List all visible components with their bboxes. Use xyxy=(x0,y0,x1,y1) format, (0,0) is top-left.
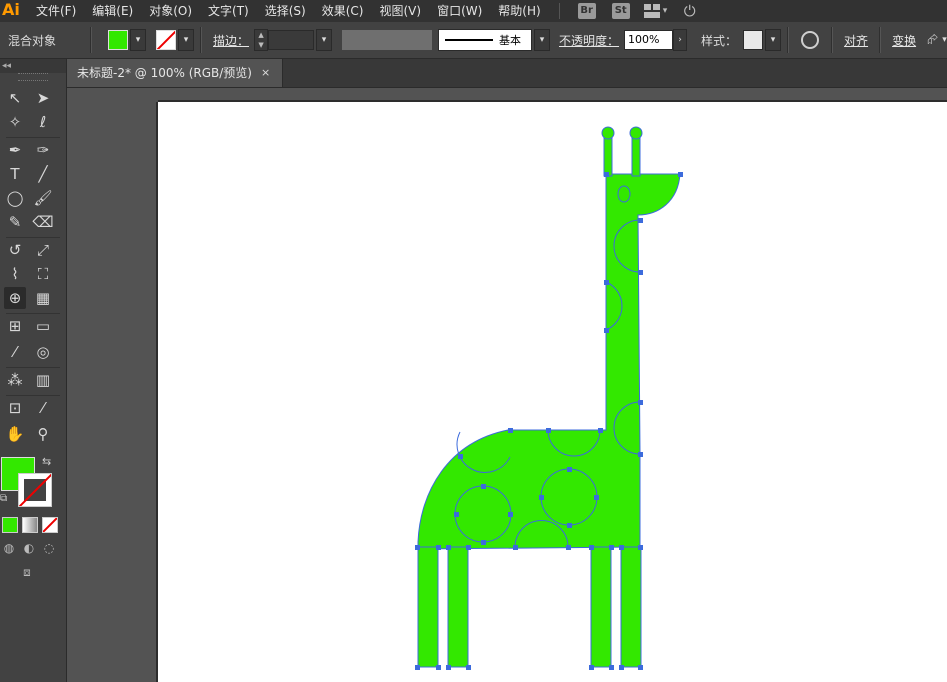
screen-mode-icon[interactable]: ⧈ xyxy=(18,565,36,581)
curvature-tool-icon[interactable]: ✑ xyxy=(32,139,54,161)
draw-inside-icon[interactable]: ◌ xyxy=(40,541,58,557)
menu-type[interactable]: 文字(T) xyxy=(200,0,257,22)
opacity-field[interactable]: 100% xyxy=(624,30,674,50)
menu-help[interactable]: 帮助(H) xyxy=(490,0,548,22)
align-button[interactable]: 对齐 xyxy=(839,32,873,49)
divider xyxy=(831,27,834,53)
toolbox-grip[interactable] xyxy=(18,73,48,81)
variable-width-profile[interactable] xyxy=(342,30,433,50)
eraser-tool-icon[interactable]: ⌫ xyxy=(32,211,54,233)
swap-fill-stroke-icon[interactable]: ⇆ xyxy=(42,455,51,468)
panel-menu-icon[interactable]: ▾ xyxy=(942,35,947,45)
document-tab-bar: 未标题-2* @ 100% (RGB/预览) × xyxy=(67,59,947,88)
rotate-tool-icon[interactable]: ↺ xyxy=(4,239,26,261)
menu-bar: Ai 文件(F) 编辑(E) 对象(O) 文字(T) 选择(S) 效果(C) 视… xyxy=(0,0,947,22)
free-transform-tool-icon[interactable]: ⛶ xyxy=(32,263,54,285)
document-tab-title: 未标题-2* @ 100% (RGB/预览) xyxy=(77,66,252,80)
fill-swatch[interactable] xyxy=(108,30,128,50)
divider xyxy=(787,27,790,53)
isolate-object-icon[interactable]: ⮳ xyxy=(927,32,938,48)
draw-normal-icon[interactable]: ◍ xyxy=(0,541,18,557)
mesh-tool-icon[interactable]: ⊞ xyxy=(4,315,26,337)
slice-tool-icon[interactable]: ⁄ xyxy=(32,397,54,419)
none-mode-icon[interactable] xyxy=(42,517,58,533)
stroke-line-preview xyxy=(445,39,494,41)
perspective-grid-tool-icon[interactable]: ▦ xyxy=(32,287,54,309)
stroke-weight-dropdown-icon[interactable]: ▾ xyxy=(316,29,333,51)
app-logo: Ai xyxy=(2,0,20,19)
menu-edit[interactable]: 编辑(E) xyxy=(84,0,141,22)
warp-tool-icon[interactable]: ⌇ xyxy=(4,263,26,285)
shaper-tool-icon[interactable]: ✎ xyxy=(4,211,26,233)
artboard[interactable] xyxy=(158,102,947,682)
menu-window[interactable]: 窗口(W) xyxy=(429,0,490,22)
blend-tool-icon[interactable]: ◎ xyxy=(32,341,54,363)
control-bar: 混合对象 ▾ ▾ 描边： ▲ ▼ ▾ 基本 ▾ 不透明度： 100% › 样式： … xyxy=(0,22,947,59)
ellipse-tool-icon[interactable]: ◯ xyxy=(4,187,26,209)
graphic-style-swatch[interactable] xyxy=(743,30,764,50)
toolbox-collapse-icon[interactable]: ◂◂ xyxy=(0,59,66,73)
style-dropdown-icon[interactable]: ▾ xyxy=(765,29,782,51)
workspace-layout-icon[interactable]: ▾ xyxy=(643,4,674,18)
draw-behind-icon[interactable]: ◐ xyxy=(20,541,38,557)
line-segment-tool-icon[interactable]: ╱ xyxy=(32,163,54,185)
column-graph-tool-icon[interactable]: ▥ xyxy=(32,369,54,391)
lasso-tool-icon[interactable]: ℓ xyxy=(32,111,54,133)
zoom-tool-icon[interactable]: ⚲ xyxy=(32,423,54,445)
direct-selection-tool-icon[interactable]: ➤ xyxy=(32,87,54,109)
document-tab[interactable]: 未标题-2* @ 100% (RGB/预览) × xyxy=(67,59,283,87)
stroke-weight-stepper[interactable]: ▲ ▼ xyxy=(254,29,269,51)
brush-dropdown-icon[interactable]: ▾ xyxy=(534,29,551,51)
type-tool-icon[interactable]: T xyxy=(4,163,26,185)
gradient-mode-icon[interactable] xyxy=(22,517,38,533)
giraffe-artwork[interactable] xyxy=(158,102,947,682)
giraffe-shape[interactable] xyxy=(417,126,681,668)
pen-tool-icon[interactable]: ✒ xyxy=(4,139,26,161)
menu-view[interactable]: 视图(V) xyxy=(371,0,429,22)
menu-select[interactable]: 选择(S) xyxy=(257,0,314,22)
none-slash-icon xyxy=(43,518,57,532)
brush-definition[interactable]: 基本 xyxy=(438,29,533,51)
magic-wand-tool-icon[interactable]: ✧ xyxy=(4,111,26,133)
toolbox: ◂◂ ↖ ➤ ✧ ℓ ✒ ✑ T ╱ ◯ 🖌 ✎ ⌫ ↺ ⤢ ⌇ ⛶ ⊕ ▦ ⊞… xyxy=(0,59,67,682)
stroke-swatch[interactable] xyxy=(156,30,176,50)
object-type-label: 混合对象 xyxy=(8,33,57,48)
color-mode-icon[interactable] xyxy=(2,517,18,533)
menu-object[interactable]: 对象(O) xyxy=(141,0,200,22)
eyedropper-tool-icon[interactable]: ⁄ xyxy=(4,341,26,363)
opacity-slider-icon[interactable]: › xyxy=(673,29,688,51)
stroke-dropdown-icon[interactable]: ▾ xyxy=(178,29,194,51)
selection-tool-icon[interactable]: ↖ xyxy=(4,87,26,109)
stock-button[interactable]: St xyxy=(611,3,630,19)
brush-name: 基本 xyxy=(499,34,522,47)
gpu-performance-icon[interactable]: ⏻ xyxy=(684,2,696,20)
stroke-weight-field[interactable] xyxy=(268,30,315,50)
menu-effect[interactable]: 效果(C) xyxy=(314,0,372,22)
layout-grid-icon xyxy=(643,4,660,18)
divider xyxy=(879,27,882,53)
divider xyxy=(90,27,92,53)
fill-dropdown-icon[interactable]: ▾ xyxy=(130,29,146,51)
artboard-tool-icon[interactable]: ⊡ xyxy=(4,397,26,419)
shape-builder-tool-icon[interactable]: ⊕ xyxy=(4,287,26,309)
opacity-label[interactable]: 不透明度： xyxy=(554,32,624,49)
transform-button[interactable]: 变换 xyxy=(887,32,921,49)
menu-file[interactable]: 文件(F) xyxy=(28,0,84,22)
stroke-color-box[interactable] xyxy=(18,473,52,507)
menu-divider xyxy=(558,3,560,19)
close-icon[interactable]: × xyxy=(261,59,270,87)
chevron-down-icon: ▾ xyxy=(662,6,668,16)
style-label: 样式： xyxy=(701,33,738,48)
scale-tool-icon[interactable]: ⤢ xyxy=(32,239,54,261)
symbol-sprayer-tool-icon[interactable]: ⁂ xyxy=(4,369,26,391)
bridge-button[interactable]: Br xyxy=(577,3,596,19)
stroke-label[interactable]: 描边： xyxy=(208,32,254,49)
gradient-tool-icon[interactable]: ▭ xyxy=(32,315,54,337)
hand-tool-icon[interactable]: ✋ xyxy=(4,423,26,445)
divider xyxy=(200,27,202,53)
recolor-artwork-icon[interactable] xyxy=(801,31,820,49)
default-fill-stroke-icon[interactable]: ⧉ xyxy=(0,493,7,504)
paintbrush-tool-icon[interactable]: 🖌 xyxy=(32,187,54,209)
